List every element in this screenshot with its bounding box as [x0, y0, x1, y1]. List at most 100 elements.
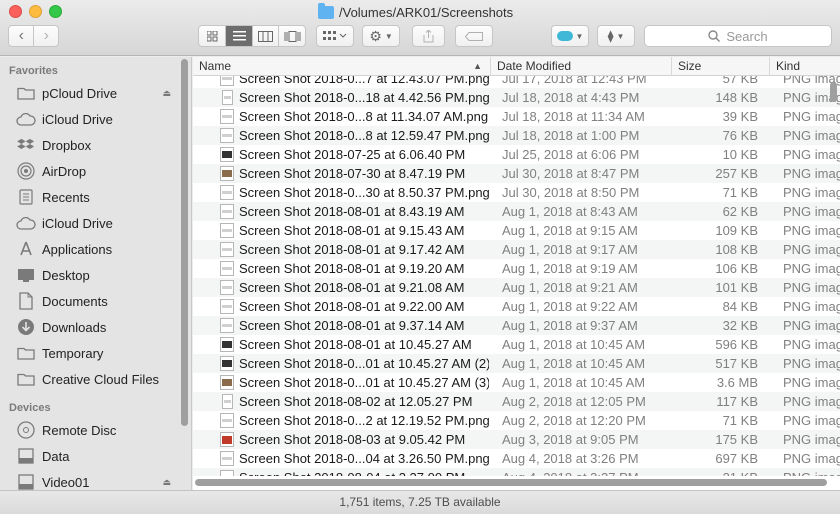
devices-heading: Devices: [9, 402, 51, 414]
toolbar: /Volumes/ARK01/Screenshots ‹ › ⚙▼ ▼ ⧫▼: [0, 0, 840, 56]
file-kind: PNG image: [783, 413, 840, 428]
sidebar-item-temporary[interactable]: Temporary: [0, 340, 191, 366]
sidebar-item-pcloud-drive[interactable]: pCloud Drive ⏏: [0, 80, 191, 106]
image-file-icon: [220, 451, 234, 466]
file-row[interactable]: Screen Shot 2018-08-01 at 9.21.08 AM Aug …: [193, 278, 840, 297]
file-row[interactable]: Screen Shot 2018-08-01 at 10.45.27 AM Aug…: [193, 335, 840, 354]
column-view-button[interactable]: [251, 26, 279, 46]
column-header-kind-label: Kind: [776, 59, 801, 73]
file-row[interactable]: Screen Shot 2018-0...30 at 8.50.37 PM.pn…: [193, 183, 840, 202]
file-size: 175 KB: [715, 432, 758, 447]
file-row[interactable]: Screen Shot 2018-08-04 at 3.27.00 PM Aug …: [193, 468, 840, 476]
file-row[interactable]: Screen Shot 2018-0...8 at 12.59.47 PM.pn…: [193, 126, 840, 145]
zoom-window-button[interactable]: [49, 5, 62, 18]
chevron-down-icon: ▼: [575, 31, 584, 41]
sidebar-device-video01[interactable]: Video01 ⏏: [0, 469, 191, 490]
sidebar-item-applications[interactable]: Applications: [0, 236, 191, 262]
file-row[interactable]: Screen Shot 2018-0...7 at 12.43.07 PM.pn…: [193, 76, 840, 88]
file-kind: PNG image: [783, 299, 840, 314]
file-row[interactable]: Screen Shot 2018-08-01 at 9.37.14 AM Aug …: [193, 316, 840, 335]
column-header-date-modified[interactable]: Date Modified: [491, 57, 672, 76]
sidebar-item-icloud-drive[interactable]: iCloud Drive: [0, 106, 191, 132]
sidebar-item-creative-cloud-files[interactable]: Creative Cloud Files: [0, 366, 191, 392]
eject-icon[interactable]: ⏏: [162, 477, 171, 488]
file-kind: PNG image: [783, 223, 840, 238]
file-row[interactable]: Screen Shot 2018-08-01 at 9.15.43 AM Aug …: [193, 221, 840, 240]
file-row[interactable]: Screen Shot 2018-07-30 at 8.47.19 PM Jul …: [193, 164, 840, 183]
icon-view-button[interactable]: [199, 26, 225, 46]
file-row[interactable]: Screen Shot 2018-0...01 at 10.45.27 AM (…: [193, 373, 840, 392]
sidebar-item-downloads[interactable]: Downloads: [0, 314, 191, 340]
file-row[interactable]: Screen Shot 2018-0...01 at 10.45.27 AM (…: [193, 354, 840, 373]
file-row[interactable]: Screen Shot 2018-08-01 at 8.43.19 AM Aug …: [193, 202, 840, 221]
minimize-window-button[interactable]: [29, 5, 42, 18]
file-name: Screen Shot 2018-08-01 at 9.17.42 AM: [239, 242, 465, 257]
search-field[interactable]: Search: [644, 25, 832, 47]
file-size: 31 KB: [672, 470, 758, 476]
list-view-button[interactable]: [225, 26, 252, 46]
folder-icon: [16, 84, 36, 102]
file-row[interactable]: Screen Shot 2018-07-25 at 6.06.40 PM Jul …: [193, 145, 840, 164]
file-name: Screen Shot 2018-08-01 at 9.37.14 AM: [239, 318, 465, 333]
sidebar-item-dropbox[interactable]: Dropbox: [0, 132, 191, 158]
file-date-modified: Aug 2, 2018 at 12:05 PM: [502, 394, 646, 409]
folder-icon: [16, 370, 36, 388]
file-size: 57 KB: [722, 76, 758, 86]
file-row[interactable]: Screen Shot 2018-08-02 at 12.05.27 PM Aug…: [193, 392, 840, 411]
file-name: Screen Shot 2018-08-01 at 9.22.00 AM: [239, 299, 465, 314]
view-mode-group: [198, 25, 306, 47]
sidebar-device-remote-disc[interactable]: Remote Disc: [0, 417, 191, 443]
back-button[interactable]: ‹: [9, 26, 33, 46]
file-date-modified: Jul 25, 2018 at 6:06 PM: [502, 147, 640, 162]
column-header-row: Name ▲ Date Modified Size Kind: [193, 57, 840, 76]
vertical-scrollbar[interactable]: [830, 82, 837, 102]
file-name: Screen Shot 2018-0...30 at 8.50.37 PM.pn…: [239, 185, 489, 200]
cloud-sync-button[interactable]: ▼: [551, 25, 589, 47]
eject-icon[interactable]: ⏏: [162, 88, 171, 99]
file-row[interactable]: Screen Shot 2018-0...04 at 3.26.50 PM.pn…: [193, 449, 840, 468]
sidebar-item-desktop[interactable]: Desktop: [0, 262, 191, 288]
file-row[interactable]: Screen Shot 2018-0...18 at 4.42.56 PM.pn…: [193, 88, 840, 107]
action-menu-button[interactable]: ⚙ ▼: [362, 25, 400, 47]
forward-button[interactable]: ›: [33, 26, 58, 46]
sidebar-item-airdrop[interactable]: AirDrop: [0, 158, 191, 184]
close-window-button[interactable]: [9, 5, 22, 18]
column-header-size[interactable]: Size: [672, 57, 770, 76]
file-kind: PNG image: [783, 280, 840, 295]
file-name: Screen Shot 2018-0...8 at 12.59.47 PM.pn…: [239, 128, 489, 143]
sort-ascending-icon: ▲: [473, 61, 482, 71]
favorites-heading: Favorites: [9, 65, 58, 77]
file-row[interactable]: Screen Shot 2018-0...2 at 12.19.52 PM.pn…: [193, 411, 840, 430]
file-row[interactable]: Screen Shot 2018-08-03 at 9.05.42 PM Aug …: [193, 430, 840, 449]
chevron-down-icon: ▼: [384, 31, 393, 41]
sidebar-device-data[interactable]: Data: [0, 443, 191, 469]
file-size: 108 KB: [715, 242, 758, 257]
file-size: 697 KB: [715, 451, 758, 466]
file-name: Screen Shot 2018-08-01 at 8.43.19 AM: [239, 204, 465, 219]
file-row[interactable]: Screen Shot 2018-08-01 at 9.17.42 AM Aug …: [193, 240, 840, 259]
file-row[interactable]: Screen Shot 2018-08-01 at 9.19.20 AM Aug …: [193, 259, 840, 278]
sidebar-item-icloud-drive[interactable]: iCloud Drive: [0, 210, 191, 236]
dropbox-button[interactable]: ⧫ ▼: [597, 25, 635, 47]
column-header-name[interactable]: Name ▲: [193, 57, 491, 76]
sidebar-item-recents[interactable]: Recents: [0, 184, 191, 210]
sidebar-item-documents[interactable]: Documents: [0, 288, 191, 314]
cover-flow-view-button[interactable]: [278, 26, 305, 46]
image-file-icon: [220, 413, 234, 428]
share-button[interactable]: [412, 25, 445, 47]
favorites-list: pCloud Drive ⏏ iCloud Drive Dropbox AirDrop R…: [0, 80, 191, 392]
file-row[interactable]: Screen Shot 2018-08-01 at 9.22.00 AM Aug …: [193, 297, 840, 316]
file-row[interactable]: Screen Shot 2018-0...8 at 11.34.07 AM.pn…: [193, 107, 840, 126]
group-by-button[interactable]: [316, 25, 354, 47]
navigation-group: ‹ ›: [8, 25, 59, 47]
column-header-date-label: Date Modified: [497, 59, 572, 73]
disc-icon: [16, 421, 36, 439]
file-kind: PNG image: [783, 204, 840, 219]
column-header-kind[interactable]: Kind: [770, 57, 840, 76]
edit-tags-button[interactable]: [455, 25, 493, 47]
sidebar-scrollbar[interactable]: [181, 59, 188, 426]
column-header-size-label: Size: [678, 59, 702, 73]
file-date-modified: Aug 1, 2018 at 9:17 AM: [502, 242, 638, 257]
horizontal-scrollbar[interactable]: [195, 479, 827, 486]
share-icon: [423, 29, 434, 42]
